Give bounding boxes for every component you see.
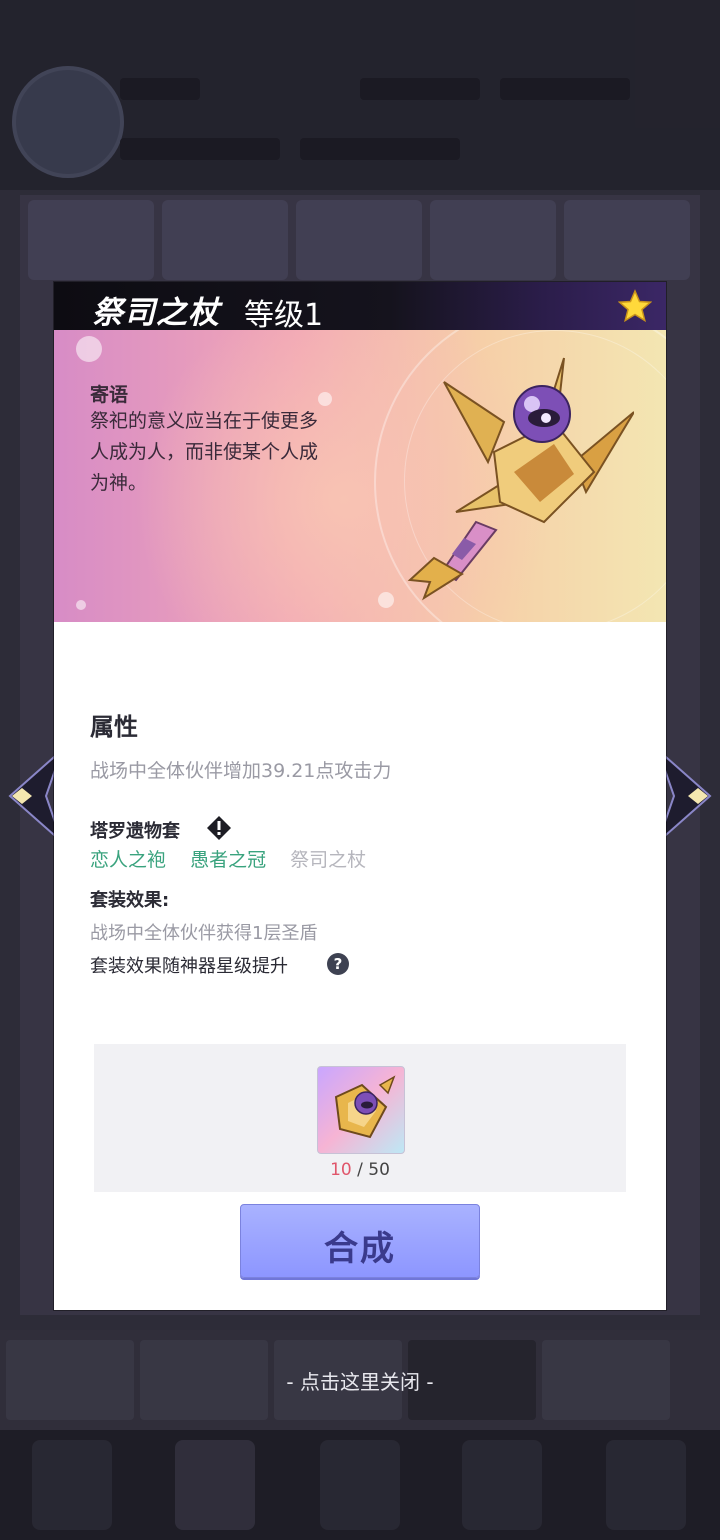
attributes-description: 战场中全体伙伴增加39.21点攻击力 [90,760,392,782]
banner-bubble [76,600,86,610]
svg-text:?: ? [334,955,343,973]
set-item-fools-crown: 愚者之冠 [190,849,267,871]
material-panel: 10 / 50 [94,1044,626,1192]
quote-title: 寄语 [90,384,129,406]
set-effect-description: 战场中全体伙伴获得1层圣盾 [90,923,318,944]
set-effect-title: 套装效果: [90,890,170,911]
material-have: 10 [330,1160,352,1180]
star-icon [618,289,652,323]
banner-bubble [378,592,394,608]
set-items-list: 恋人之袍 愚者之冠 祭司之杖 [90,845,384,872]
item-detail-modal: 祭司之杖 等级1 寄语 祭祀的意义应当在于使更多人成为人，而非使某个人成为神。 [54,282,666,1310]
set-name: 塔罗遗物套 [90,821,180,842]
item-name: 祭司之杖 [92,295,220,331]
material-need: 50 [368,1160,390,1180]
close-hint[interactable]: - 点击这里关闭 - [0,1366,720,1395]
craft-button-label: 合成 [324,1229,396,1269]
material-fragment-thumbnail[interactable] [317,1066,405,1154]
set-item-lovers-robe: 恋人之袍 [90,849,167,871]
set-item-priest-staff: 祭司之杖 [290,849,367,871]
item-level: 等级1 [244,298,324,333]
set-effect-note: 套装效果随神器星级提升 [90,956,288,977]
attributes-title: 属性 [90,713,138,741]
quote-text: 祭祀的意义应当在于使更多人成为人，而非使某个人成为神。 [90,410,319,494]
modal-header: 祭司之杖 等级1 [54,282,666,333]
banner-bubble [318,392,332,406]
item-banner: 寄语 祭祀的意义应当在于使更多人成为人，而非使某个人成为神。 [54,330,666,622]
craft-button[interactable]: 合成 [240,1204,480,1278]
banner-bubble [76,336,102,362]
material-separator: / [351,1160,369,1180]
staff-fragment-icon [334,1075,396,1139]
material-count: 10 / 50 [94,1160,626,1180]
help-icon[interactable]: ? [326,952,350,976]
priest-staff-icon [407,357,634,601]
info-icon[interactable] [206,815,232,841]
